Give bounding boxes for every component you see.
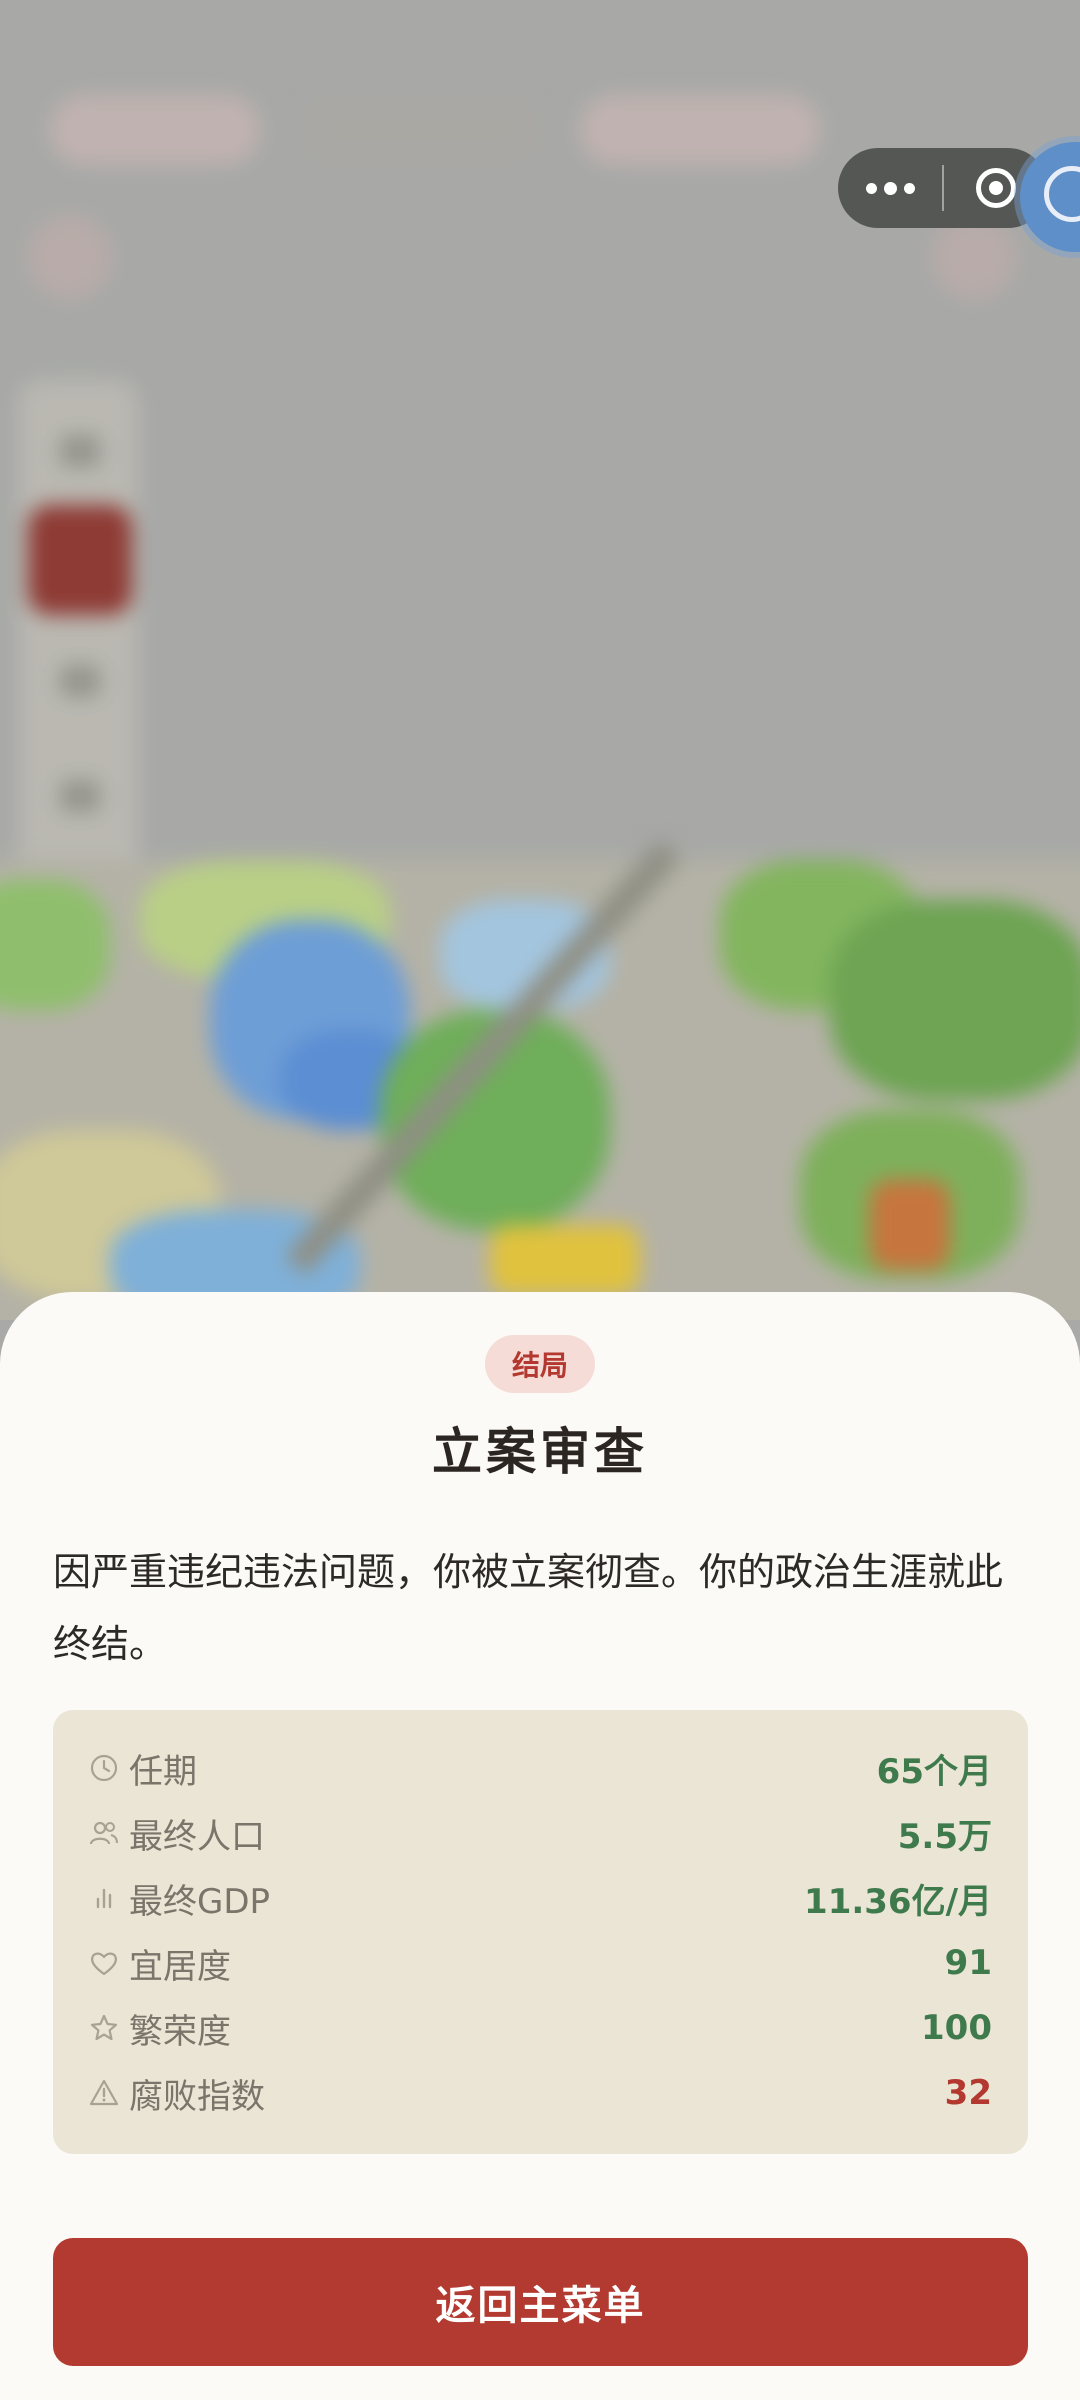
building [870, 1180, 950, 1270]
dot [865, 182, 877, 194]
stat-value: 100 [921, 2008, 992, 2048]
resource-pill [300, 95, 540, 165]
forest-area [830, 900, 1080, 1100]
stat-label: 最终人口 [129, 1816, 265, 1857]
more-dots-icon[interactable] [838, 148, 942, 228]
dot [883, 181, 897, 195]
resource-pill [50, 95, 260, 165]
stat-row-livability: 宜居度 91 [89, 1933, 992, 1993]
stat-value: 11.36亿/月 [804, 1881, 992, 1922]
stat-label: 腐败指数 [129, 2076, 265, 2117]
ending-description: 因严重违纪违法问题，你被立案彻查。你的政治生涯就此终结。 [53, 1550, 1004, 1666]
bar-chart-icon [89, 1883, 119, 1913]
stat-value: 5.5万 [897, 1816, 992, 1857]
stat-row-corruption: 腐败指数 32 [89, 2063, 992, 2123]
star-icon [89, 2013, 119, 2043]
stat-value: 32 [944, 2073, 992, 2113]
assistant-ring [1044, 166, 1080, 222]
stat-row-gdp: 最终GDP 11.36亿/月 [89, 1868, 992, 1928]
stat-label: 宜居度 [129, 1946, 231, 1987]
stat-row-population: 最终人口 5.5万 [89, 1803, 992, 1863]
toolbar-icon [60, 435, 100, 467]
toolbar-active-item [28, 505, 132, 615]
stat-row-term: 任期 65个月 [89, 1738, 992, 1798]
ending-sheet: 结局 立案审查 因严重违纪违法问题，你被立案彻查。你的政治生涯就此终结。 任期 … [0, 1292, 1080, 2400]
stat-label: 最终GDP [129, 1881, 271, 1922]
final-stats-panel: 任期 65个月 最终人口 5.5万 最终GDP 11.36亿/月 宜居度 91 … [53, 1710, 1028, 2154]
heart-icon [89, 1948, 119, 1978]
warning-icon [89, 2078, 119, 2108]
return-main-menu-button[interactable]: 返回主菜单 [53, 2238, 1028, 2366]
toolbar-icon [60, 665, 100, 697]
clock-icon [89, 1753, 119, 1783]
people-icon [89, 1818, 119, 1848]
miniprogram-capsule [838, 148, 1048, 228]
stat-label: 任期 [129, 1751, 197, 1792]
stat-label: 繁荣度 [129, 2011, 231, 2052]
ring-center [989, 181, 1003, 195]
park-area [0, 880, 110, 1010]
stat-value: 91 [944, 1943, 992, 1983]
ending-title: 立案审查 [432, 1422, 648, 1481]
stat-row-prosperity: 繁荣度 100 [89, 1998, 992, 2058]
resource-pill [580, 95, 820, 165]
stat-value: 65个月 [876, 1751, 992, 1792]
ring [976, 168, 1016, 208]
toolbar-icon [60, 780, 100, 812]
menu-button-blurred [28, 215, 112, 299]
dot [903, 182, 915, 194]
ending-tag: 结局 [485, 1335, 595, 1393]
building [490, 1225, 640, 1295]
